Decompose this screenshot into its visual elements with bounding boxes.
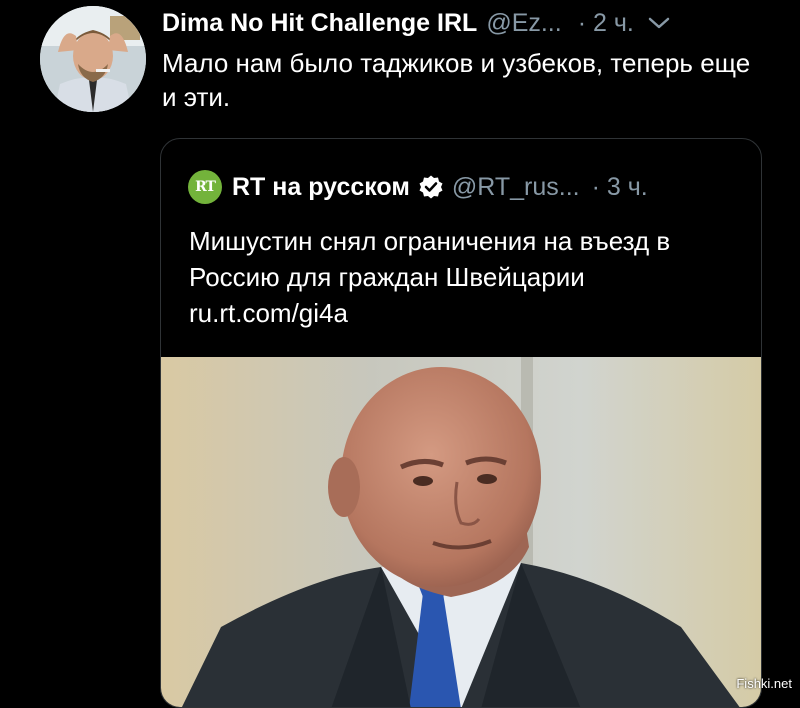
quoted-author-name[interactable]: RT на русском xyxy=(232,173,410,202)
photo-man-in-suit xyxy=(161,357,761,707)
quoted-tweet-header: RT RT на русском @RT_rus... · 3 ч. xyxy=(188,169,648,205)
author-handle[interactable]: @Ez... xyxy=(486,9,561,38)
user-avatar-icon xyxy=(40,6,146,112)
tweet: Dima No Hit Challenge IRL @Ez... · 2 ч. … xyxy=(0,0,800,708)
rt-logo: RT xyxy=(188,170,222,204)
avatar[interactable] xyxy=(40,6,146,112)
author-name[interactable]: Dima No Hit Challenge IRL xyxy=(162,9,477,38)
tweet-header: Dima No Hit Challenge IRL @Ez... · 2 ч. xyxy=(162,6,782,40)
tweet-time[interactable]: · 2 ч. xyxy=(578,9,634,38)
quoted-author-handle[interactable]: @RT_rus... xyxy=(452,173,580,202)
verified-badge-icon xyxy=(419,175,443,199)
chevron-down-icon[interactable] xyxy=(648,16,670,30)
tweet-text: Мало нам было таджиков и узбеков, теперь… xyxy=(162,48,751,112)
quoted-tweet-time[interactable]: · 3 ч. xyxy=(592,173,648,202)
quoted-tweet-text: Мишустин снял ограничения на въезд в Рос… xyxy=(189,226,671,328)
quoted-tweet[interactable]: RT RT на русском @RT_rus... · 3 ч. Мишус… xyxy=(160,138,762,708)
watermark: Fishki.net xyxy=(736,676,792,691)
quoted-tweet-image[interactable] xyxy=(161,357,761,707)
